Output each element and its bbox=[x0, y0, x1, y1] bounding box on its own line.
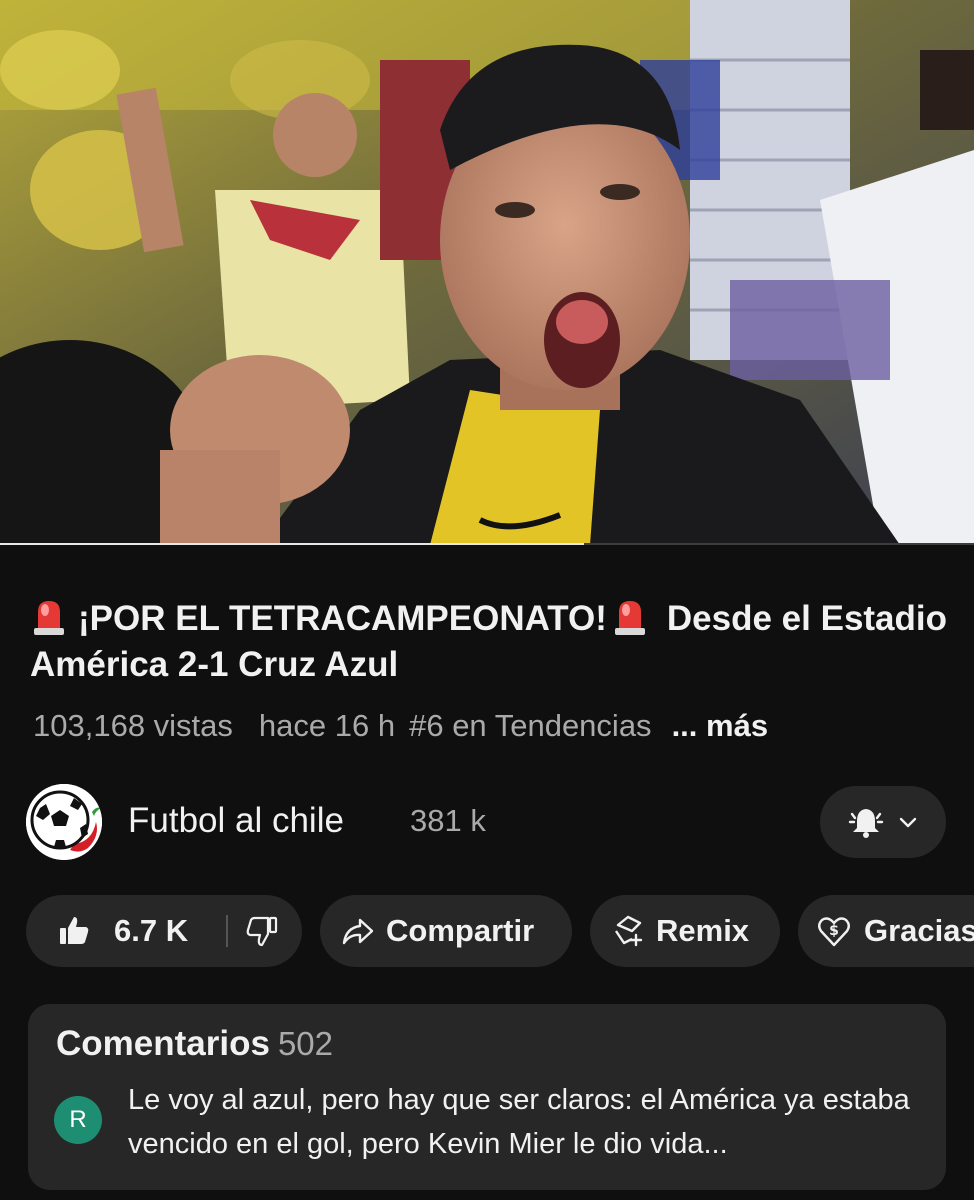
video-progress-fill bbox=[0, 543, 585, 545]
trending-badge[interactable]: #6 en Tendencias bbox=[409, 708, 651, 743]
remix-button[interactable]: Remix bbox=[590, 895, 780, 967]
siren-icon bbox=[614, 601, 645, 635]
comments-panel[interactable]: Comentarios 502 R Le voy al azul, pero ha… bbox=[28, 1004, 946, 1190]
remix-icon bbox=[615, 915, 643, 947]
comments-header: Comentarios 502 bbox=[56, 1024, 333, 1064]
thumbs-up-icon[interactable] bbox=[56, 913, 92, 949]
more-link[interactable]: ... más bbox=[672, 708, 769, 743]
siren-icon bbox=[34, 601, 64, 635]
subscriber-count: 381 k bbox=[410, 803, 486, 838]
video-frame bbox=[0, 0, 974, 545]
thanks-button[interactable]: $ Gracias bbox=[798, 895, 974, 967]
youtube-watch-page: ¡POR EL TETRACAMPEONATO! Desde el Estadi… bbox=[0, 0, 974, 1200]
like-dislike-divider bbox=[226, 915, 228, 947]
video-meta[interactable]: 103,168 vistas hace 16 h #6 en Tendencias.… bbox=[33, 706, 953, 746]
like-count[interactable]: 6.7 K bbox=[114, 913, 188, 949]
top-comment-text: Le voy al azul, pero hay que ser claros:… bbox=[128, 1084, 910, 1160]
heart-dollar-icon: $ bbox=[818, 917, 850, 947]
remix-label: Remix bbox=[656, 913, 750, 948]
chevron-down-icon bbox=[899, 817, 917, 828]
commenter-avatar[interactable]: R bbox=[54, 1096, 102, 1144]
comments-count: 502 bbox=[277, 1025, 333, 1062]
soccer-ball-chili-icon bbox=[26, 784, 102, 860]
share-label: Compartir bbox=[386, 913, 535, 948]
thumbs-down-icon[interactable] bbox=[244, 913, 280, 949]
view-count: 103,168 vistas bbox=[33, 708, 233, 743]
share-button[interactable]: Compartir bbox=[320, 895, 572, 967]
like-dislike-group: 6.7 K bbox=[26, 895, 302, 967]
comments-title: Comentarios bbox=[56, 1024, 270, 1063]
notifications-button[interactable] bbox=[820, 786, 946, 858]
thanks-label: Gracias bbox=[864, 913, 974, 948]
video-title[interactable]: ¡POR EL TETRACAMPEONATO! Desde el Estadi… bbox=[30, 596, 950, 688]
upload-time: hace 16 h bbox=[258, 708, 396, 743]
svg-text:$: $ bbox=[829, 923, 839, 939]
channel-row: Futbol al chile 381 k bbox=[26, 784, 956, 860]
channel-avatar[interactable] bbox=[26, 784, 102, 860]
video-progress-bar[interactable] bbox=[0, 543, 974, 545]
channel-name[interactable]: Futbol al chile bbox=[128, 801, 344, 841]
video-player[interactable] bbox=[0, 0, 974, 545]
bell-icon bbox=[848, 809, 884, 838]
share-arrow-icon bbox=[342, 918, 374, 945]
video-title-part1: ¡POR EL TETRACAMPEONATO! bbox=[78, 599, 607, 638]
